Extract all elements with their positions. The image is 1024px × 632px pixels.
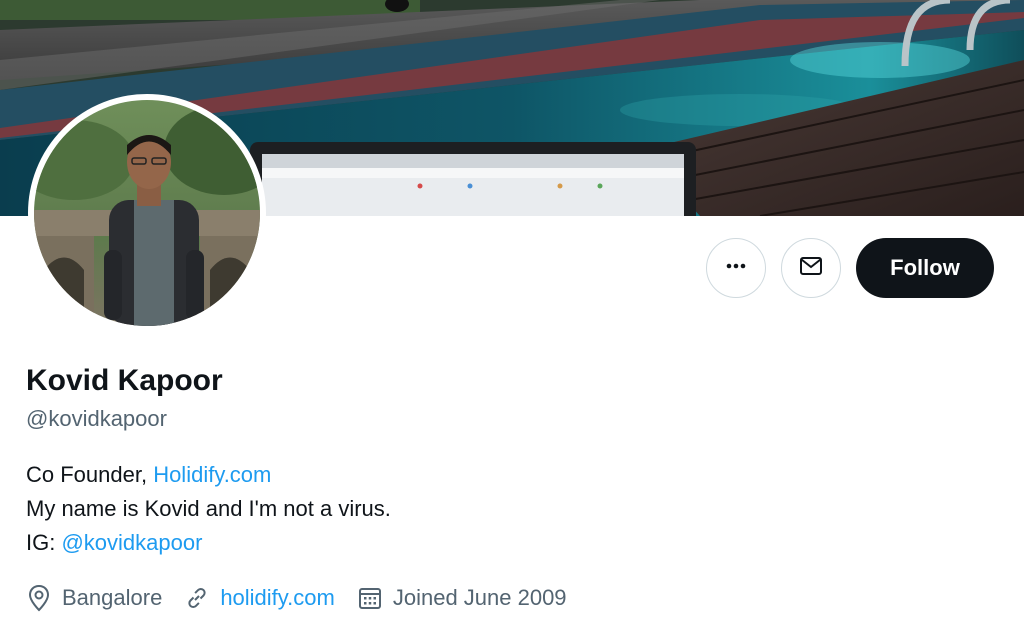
bio-text: IG: <box>26 530 62 555</box>
website-link[interactable]: holidify.com <box>220 585 335 611</box>
bio-text: Co Founder, <box>26 462 154 487</box>
link-icon <box>184 585 220 611</box>
profile-bio: Co Founder, Holidify.com My name is Kovi… <box>26 458 391 560</box>
more-horizontal-icon <box>724 254 748 283</box>
bio-line-1: Co Founder, Holidify.com <box>26 458 391 492</box>
message-button[interactable] <box>781 238 841 298</box>
profile-avatar[interactable] <box>28 94 266 332</box>
profile-joined: Joined June 2009 <box>357 585 567 611</box>
bio-line-3: IG: @kovidkapoor <box>26 526 391 560</box>
profile-page: Follow Kovid Kapoor @kovidkapoor Co Foun… <box>0 0 1024 632</box>
joined-text: Joined June 2009 <box>392 585 567 610</box>
envelope-icon <box>798 253 824 284</box>
more-options-button[interactable] <box>706 238 766 298</box>
profile-location: Bangalore <box>26 584 162 612</box>
follow-button[interactable]: Follow <box>856 238 994 298</box>
location-pin-icon <box>26 584 62 612</box>
bio-link-holidify[interactable]: Holidify.com <box>153 462 271 487</box>
bio-line-2: My name is Kovid and I'm not a virus. <box>26 496 391 521</box>
profile-meta: Bangalore holidify.com Joined June 2009 <box>26 582 589 614</box>
follow-button-label: Follow <box>890 255 960 280</box>
bio-link-instagram[interactable]: @kovidkapoor <box>61 530 202 555</box>
profile-name: Kovid Kapoor <box>26 364 223 397</box>
calendar-icon <box>357 585 393 611</box>
profile-website: holidify.com <box>184 585 335 611</box>
profile-handle: @kovidkapoor <box>26 406 167 431</box>
location-text: Bangalore <box>62 585 163 610</box>
